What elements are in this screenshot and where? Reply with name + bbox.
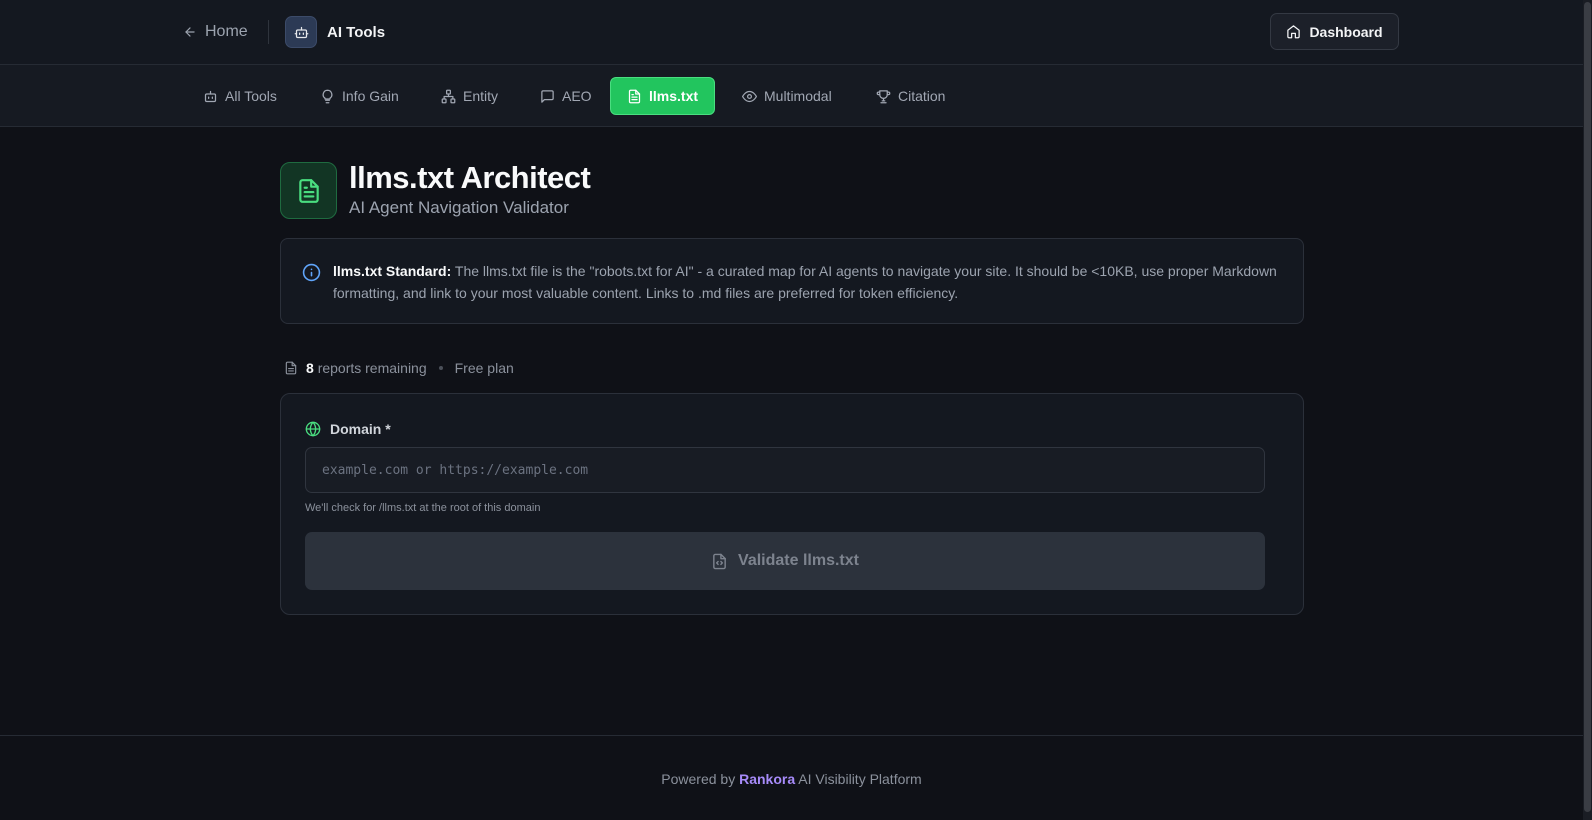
domain-label: Domain * — [305, 420, 391, 438]
tab-info-gain[interactable]: Info Gain — [304, 77, 415, 115]
file-text-icon — [280, 162, 337, 219]
tab-label: AEO — [562, 88, 592, 104]
robot-icon — [204, 90, 217, 102]
footer: Powered by Rankora AI Visibility Platfor… — [0, 735, 1583, 820]
tab-citation[interactable]: Citation — [860, 77, 961, 115]
footer-prefix: Powered by — [661, 771, 740, 787]
tab-label: Info Gain — [342, 88, 399, 104]
info-label: llms.txt Standard: — [333, 263, 452, 279]
eye-icon — [742, 90, 757, 102]
info-body: The llms.txt file is the "robots.txt for… — [333, 263, 1277, 301]
tool-tabs: All Tools Info Gain Entity AEO llms.txt … — [0, 65, 1583, 127]
brand: AI Tools — [285, 16, 385, 48]
topbar-divider — [268, 20, 269, 44]
footer-text: Powered by Rankora AI Visibility Platfor… — [0, 771, 1583, 787]
tab-label: Citation — [898, 88, 946, 104]
tab-label: Entity — [463, 88, 499, 104]
tab-label: llms.txt — [649, 88, 699, 104]
page: Home AI Tools Dashboard All Tools Info G… — [0, 0, 1592, 820]
usage-status: 8 reports remaining Free plan — [284, 358, 514, 378]
top-bar: Home AI Tools Dashboard — [0, 0, 1583, 65]
trophy-icon — [876, 89, 891, 103]
tab-llms-txt[interactable]: llms.txt — [610, 77, 716, 115]
scrollbar-thumb[interactable] — [1584, 2, 1591, 812]
robot-icon — [285, 16, 317, 48]
reports-remaining-text: reports remaining — [317, 360, 427, 376]
validate-button[interactable]: Validate llms.txt — [305, 532, 1265, 590]
tab-label: Multimodal — [764, 88, 832, 104]
info-text: llms.txt Standard: The llms.txt file is … — [333, 260, 1283, 304]
tab-label: All Tools — [225, 88, 277, 104]
file-icon — [285, 361, 297, 375]
reports-count: 8 — [306, 360, 314, 376]
dashboard-label: Dashboard — [1309, 23, 1383, 40]
file-text-icon — [628, 89, 641, 103]
tab-aeo[interactable]: AEO — [524, 77, 608, 115]
page-subtitle: AI Agent Navigation Validator — [349, 198, 569, 217]
home-icon — [1287, 25, 1301, 39]
page-title: llms.txt Architect — [349, 160, 591, 195]
network-icon — [441, 89, 456, 103]
footer-brand-link[interactable]: Rankora — [739, 771, 795, 787]
separator-dot — [438, 366, 443, 370]
info-icon — [302, 263, 321, 282]
validator-form: Domain * We'll check for /llms.txt at th… — [280, 393, 1304, 615]
file-code-icon — [713, 553, 726, 569]
scrollbar[interactable] — [1583, 0, 1592, 820]
tab-all-tools[interactable]: All Tools — [187, 77, 293, 115]
tab-multimodal[interactable]: Multimodal — [726, 77, 848, 115]
domain-label-text: Domain * — [330, 421, 391, 437]
validate-label: Validate llms.txt — [738, 552, 859, 569]
footer-suffix: AI Visibility Platform — [795, 771, 922, 787]
plan-label: Free plan — [454, 360, 514, 376]
domain-hint: We'll check for /llms.txt at the root of… — [305, 502, 541, 514]
arrow-left-icon — [185, 27, 195, 37]
home-link[interactable]: Home — [183, 20, 248, 44]
info-box: llms.txt Standard: The llms.txt file is … — [280, 238, 1304, 324]
lightbulb-icon — [322, 89, 333, 103]
domain-input[interactable] — [305, 447, 1265, 493]
message-icon — [541, 89, 554, 103]
tab-entity[interactable]: Entity — [425, 77, 514, 115]
globe-icon — [305, 421, 321, 437]
home-label: Home — [205, 23, 248, 40]
main-area: Home AI Tools Dashboard All Tools Info G… — [0, 0, 1583, 820]
dashboard-button[interactable]: Dashboard — [1270, 13, 1399, 50]
brand-title: AI Tools — [327, 23, 386, 41]
